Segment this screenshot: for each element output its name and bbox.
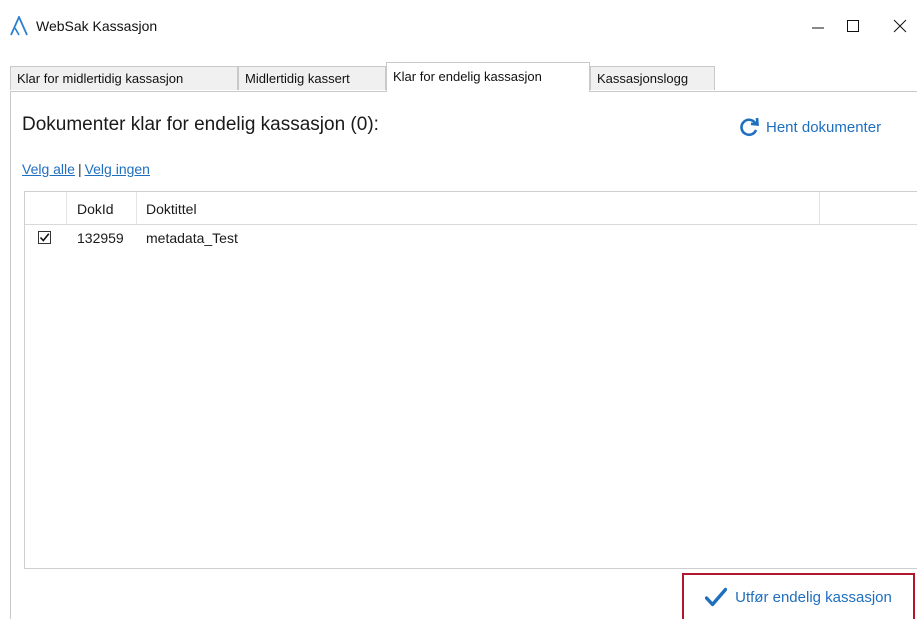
checkmark-icon <box>705 587 728 607</box>
cell-dokid: 132959 <box>77 230 124 246</box>
select-none-link[interactable]: Velg ingen <box>85 161 150 177</box>
select-all-link[interactable]: Velg alle <box>22 161 75 177</box>
tab-klar-for-midlertidig-kassasjon[interactable]: Klar for midlertidig kassasjon <box>10 66 238 90</box>
link-separator: | <box>77 161 82 177</box>
maximize-icon <box>847 20 859 32</box>
execute-final-disposal-button[interactable]: Utfør endelig kassasjon <box>682 573 915 619</box>
close-button[interactable] <box>877 10 917 42</box>
fetch-documents-label: Hent dokumenter <box>766 118 882 136</box>
title-bar: WebSak Kassasjon <box>0 0 917 54</box>
grid-header: DokId Doktittel <box>25 192 917 225</box>
refresh-icon <box>740 117 759 137</box>
tab-klar-for-endelig-kassasjon[interactable]: Klar for endelig kassasjon <box>386 62 590 92</box>
column-separator <box>66 192 67 224</box>
cell-doktittel: metadata_Test <box>146 230 238 246</box>
maximize-button[interactable] <box>830 10 876 42</box>
column-header-dokid[interactable]: DokId <box>77 201 114 217</box>
fetch-documents-button[interactable]: Hent dokumenter <box>738 116 881 138</box>
selection-links: Velg alle | Velg ingen <box>22 161 150 177</box>
row-checkbox[interactable] <box>38 231 51 244</box>
execute-final-disposal-label: Utfør endelig kassasjon <box>735 588 892 606</box>
checkmark-icon <box>39 233 50 242</box>
column-separator <box>136 192 137 224</box>
close-icon <box>893 19 907 33</box>
window-title: WebSak Kassasjon <box>36 18 158 34</box>
minimize-icon <box>812 27 824 29</box>
tab-strip: Klar for midlertidig kassasjon Midlertid… <box>10 62 917 92</box>
column-separator <box>819 192 820 224</box>
documents-grid: DokId Doktittel 132959 metadata_Test <box>24 191 917 569</box>
page-title: Dokumenter klar for endelig kassasjon (0… <box>22 114 379 135</box>
websak-logo-icon <box>10 16 28 36</box>
tab-midlertidig-kassert[interactable]: Midlertidig kassert <box>238 66 386 90</box>
column-header-doktittel[interactable]: Doktittel <box>146 201 197 217</box>
tab-kassasjonslogg[interactable]: Kassasjonslogg <box>590 66 715 90</box>
table-row[interactable]: 132959 metadata_Test <box>25 225 917 253</box>
